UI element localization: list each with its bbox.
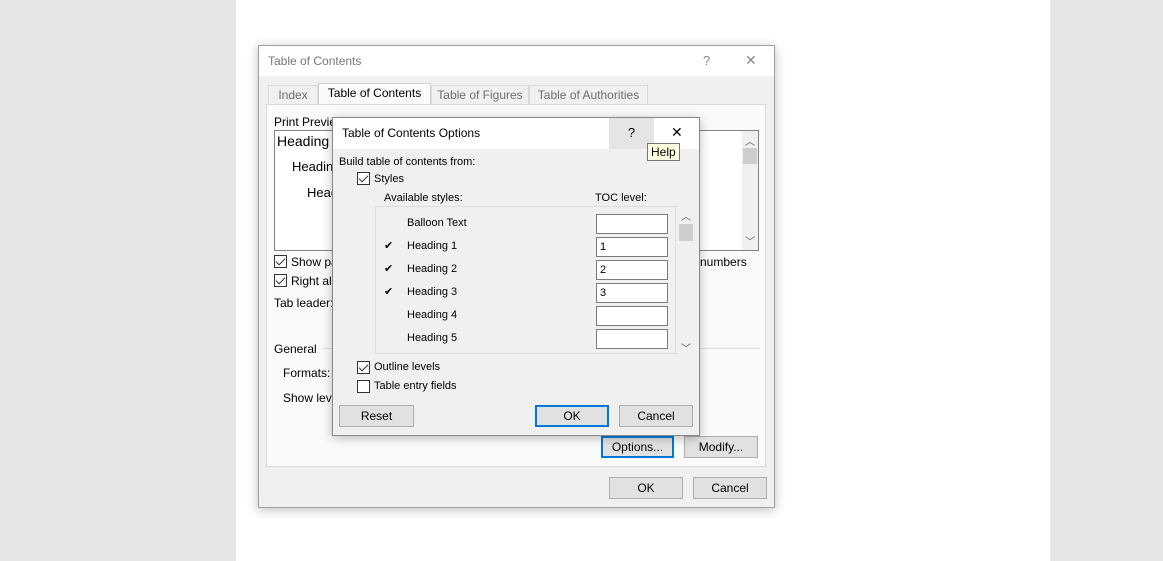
style-name: Balloon Text	[407, 217, 467, 229]
table-entry-fields-label: Table entry fields	[374, 380, 457, 392]
toc-level-input[interactable]	[596, 214, 668, 234]
style-row[interactable]: Balloon Text	[376, 214, 675, 234]
help-icon: ?	[627, 125, 636, 140]
style-row[interactable]: ✔ Heading 3 3	[376, 283, 675, 303]
modify-button[interactable]: Modify...	[684, 436, 758, 458]
toc-level-input[interactable]: 3	[596, 283, 668, 303]
right-align-checkbox[interactable]	[274, 274, 287, 287]
cancel-button[interactable]: Cancel	[693, 477, 767, 499]
style-used-check-icon: ✔	[384, 240, 394, 252]
toc-level-label: TOC level:	[595, 192, 647, 204]
tab-table-of-authorities[interactable]: Table of Authorities	[529, 85, 648, 105]
tab-label: Table of Contents	[327, 86, 422, 100]
title-bar: Table of Contents ? ✕	[259, 46, 774, 76]
help-tooltip: Help	[647, 143, 680, 161]
style-row[interactable]: ✔ Heading 2 2	[376, 260, 675, 280]
toc-level-input[interactable]	[596, 329, 668, 349]
tab-table-of-contents[interactable]: Table of Contents	[318, 83, 431, 105]
style-used-check-icon: ✔	[384, 263, 394, 275]
style-used-check-icon: ✔	[384, 286, 394, 298]
style-name: Heading 1	[407, 240, 458, 252]
styles-checkbox[interactable]	[357, 172, 370, 185]
options-title-bar: Table of Contents Options ? ✕	[333, 118, 699, 149]
formats-label: Formats:	[283, 366, 331, 380]
scroll-down-icon[interactable]: ﹀	[745, 233, 755, 248]
style-row[interactable]: ✔ Heading 1 1	[376, 237, 675, 257]
toc-level-input[interactable]	[596, 306, 668, 326]
show-page-numbers-checkbox[interactable]	[274, 255, 287, 268]
dialog-title: Table of Contents	[268, 54, 362, 68]
close-icon[interactable]: ✕	[671, 124, 683, 141]
scroll-thumb[interactable]	[679, 224, 693, 241]
toc-level-input[interactable]: 2	[596, 260, 668, 280]
toc-options-dialog: Table of Contents Options ? ✕ Build tabl…	[332, 117, 700, 436]
build-label: Build table of contents from:	[339, 156, 476, 168]
style-name: Heading 3	[407, 286, 458, 298]
styles-scrollbar[interactable]: ︿ ﹀	[678, 208, 694, 355]
tab-index[interactable]: Index	[268, 85, 318, 105]
close-icon[interactable]: ✕	[745, 52, 757, 69]
options-button[interactable]: Options...	[601, 436, 674, 458]
preview-scrollbar[interactable]: ︿ ﹀	[742, 131, 758, 250]
style-name: Heading 5	[407, 332, 458, 344]
reset-button[interactable]: Reset	[339, 405, 414, 427]
scroll-down-icon[interactable]: ﹀	[681, 340, 691, 355]
scroll-up-icon[interactable]: ︿	[745, 133, 755, 148]
scroll-thumb[interactable]	[743, 148, 757, 164]
options-dialog-title: Table of Contents Options	[342, 126, 481, 140]
general-label: General	[274, 342, 317, 356]
style-name: Heading 4	[407, 309, 458, 321]
toc-level-input[interactable]: 1	[596, 237, 668, 257]
options-ok-button[interactable]: OK	[535, 405, 609, 427]
table-entry-fields-checkbox[interactable]	[357, 380, 370, 393]
style-row[interactable]: Heading 4	[376, 306, 675, 326]
outline-levels-checkbox[interactable]	[357, 361, 370, 374]
help-icon[interactable]: ?	[703, 53, 710, 68]
available-styles-label: Available styles:	[384, 192, 463, 204]
styles-list: Balloon Text ✔ Heading 1 1 ✔ Heading 2 2…	[375, 206, 676, 354]
options-cancel-button[interactable]: Cancel	[619, 405, 693, 427]
style-name: Heading 2	[407, 263, 458, 275]
styles-label: Styles	[374, 173, 404, 185]
style-row[interactable]: Heading 5	[376, 329, 675, 349]
ok-button[interactable]: OK	[609, 477, 683, 499]
scroll-up-icon[interactable]: ︿	[681, 208, 691, 223]
tab-table-of-figures[interactable]: Table of Figures	[431, 85, 529, 105]
tab-leader-label: Tab leader:	[274, 296, 334, 310]
outline-levels-label: Outline levels	[374, 361, 441, 373]
